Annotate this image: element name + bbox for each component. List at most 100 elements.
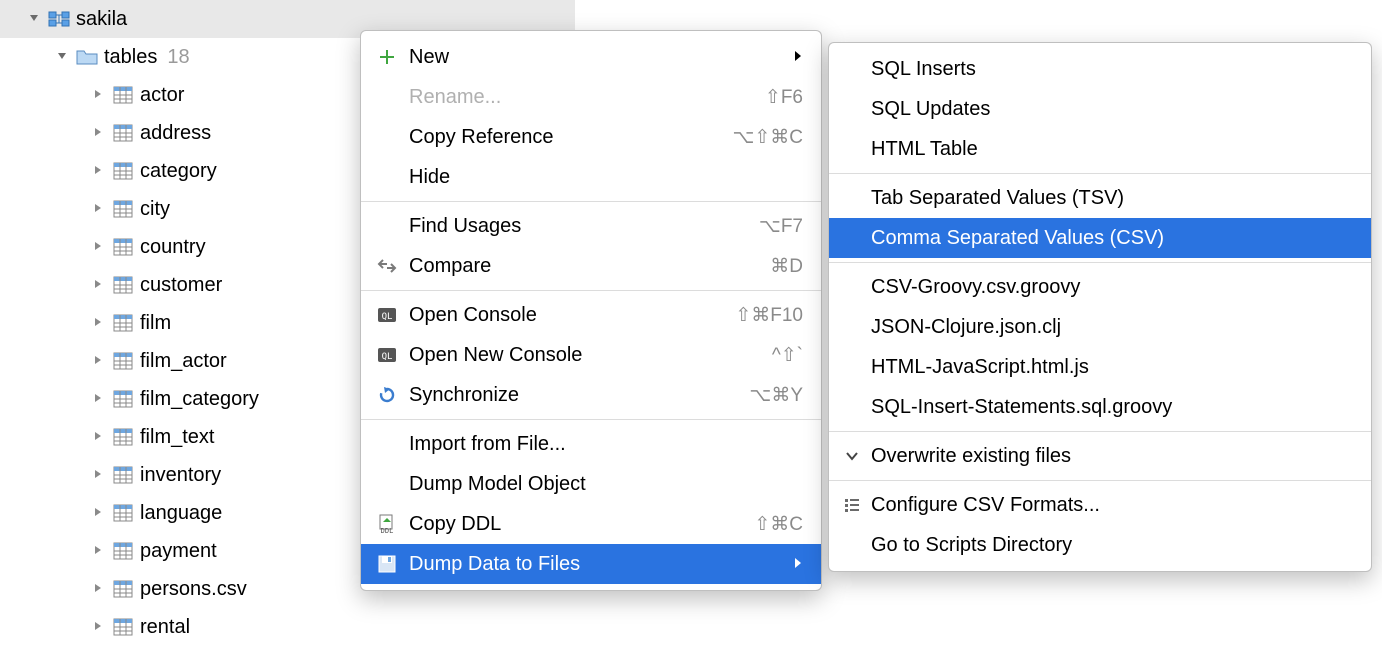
table-icon [112, 464, 134, 486]
table-icon [112, 426, 134, 448]
tree-tables-count: 18 [167, 46, 189, 69]
expand-arrow-right-icon[interactable] [92, 620, 106, 634]
table-icon [112, 236, 134, 258]
expand-arrow-right-icon[interactable] [92, 506, 106, 520]
table-icon [112, 388, 134, 410]
expand-arrow-down-icon[interactable] [28, 12, 42, 26]
expand-arrow-right-icon[interactable] [92, 316, 106, 330]
shortcut: ⌥⇧⌘C [732, 126, 803, 149]
tree-table-label: payment [140, 540, 217, 563]
expand-arrow-right-icon[interactable] [92, 430, 106, 444]
tree-table-label: film_actor [140, 350, 227, 373]
tree-table-node[interactable]: rental [0, 608, 575, 646]
submenu-overwrite-existing[interactable]: Overwrite existing files [829, 436, 1371, 476]
expand-arrow-right-icon[interactable] [92, 544, 106, 558]
table-icon [112, 198, 134, 220]
table-icon [112, 84, 134, 106]
menu-hide[interactable]: Hide [361, 157, 821, 197]
menu-dump-model-object[interactable]: Dump Model Object [361, 464, 821, 504]
menu-rename: Rename... ⇧F6 [361, 77, 821, 117]
submenu-goto-scripts-directory[interactable]: Go to Scripts Directory [829, 525, 1371, 565]
menu-find-usages[interactable]: Find Usages ⌥F7 [361, 206, 821, 246]
context-menu: New Rename... ⇧F6 Copy Reference ⌥⇧⌘C Hi… [360, 30, 822, 591]
expand-arrow-right-icon[interactable] [92, 392, 106, 406]
submenu-csv-groovy[interactable]: CSV-Groovy.csv.groovy [829, 267, 1371, 307]
tree-table-label: language [140, 502, 222, 525]
menu-compare[interactable]: Compare ⌘D [361, 246, 821, 286]
table-icon [112, 540, 134, 562]
submenu-sql-insert-statements[interactable]: SQL-Insert-Statements.sql.groovy [829, 387, 1371, 427]
menu-copy-reference[interactable]: Copy Reference ⌥⇧⌘C [361, 117, 821, 157]
menu-separator [361, 201, 821, 202]
menu-separator [829, 431, 1371, 432]
tree-db-label: sakila [76, 8, 127, 31]
menu-import-from-file[interactable]: Import from File... [361, 424, 821, 464]
tree-table-label: film_category [140, 388, 259, 411]
table-icon [112, 274, 134, 296]
tree-table-label: inventory [140, 464, 221, 487]
menu-open-console[interactable]: QL Open Console ⇧⌘F10 [361, 295, 821, 335]
menu-separator [361, 290, 821, 291]
menu-separator [361, 419, 821, 420]
expand-arrow-down-icon[interactable] [56, 50, 70, 64]
menu-separator [829, 173, 1371, 174]
table-icon [112, 160, 134, 182]
expand-arrow-right-icon[interactable] [92, 202, 106, 216]
menu-separator [829, 262, 1371, 263]
table-icon [112, 122, 134, 144]
shortcut: ⇧⌘F10 [735, 304, 803, 327]
submenu-sql-updates[interactable]: SQL Updates [829, 89, 1371, 129]
tree-table-label: address [140, 122, 211, 145]
submenu-html-js[interactable]: HTML-JavaScript.html.js [829, 347, 1371, 387]
svg-text:QL: QL [382, 312, 393, 322]
submenu-html-table[interactable]: HTML Table [829, 129, 1371, 169]
expand-arrow-right-icon[interactable] [92, 582, 106, 596]
shortcut: ⌥⌘Y [749, 384, 803, 407]
submenu-arrow-icon [793, 553, 803, 576]
table-icon [112, 578, 134, 600]
table-icon [112, 312, 134, 334]
expand-arrow-right-icon[interactable] [92, 354, 106, 368]
table-icon [112, 350, 134, 372]
menu-copy-ddl[interactable]: DDL Copy DDL ⇧⌘C [361, 504, 821, 544]
expand-arrow-right-icon[interactable] [92, 164, 106, 178]
tree-table-label: category [140, 160, 217, 183]
tree-table-label: film [140, 312, 171, 335]
shortcut: ^⇧` [772, 344, 803, 367]
menu-open-new-console[interactable]: QL Open New Console ^⇧` [361, 335, 821, 375]
submenu-arrow-icon [793, 46, 803, 69]
table-icon [112, 502, 134, 524]
submenu-tsv[interactable]: Tab Separated Values (TSV) [829, 178, 1371, 218]
shortcut: ⇧F6 [765, 86, 803, 109]
menu-dump-data-to-files[interactable]: Dump Data to Files [361, 544, 821, 584]
console-icon: QL [375, 306, 399, 324]
submenu-configure-csv-formats[interactable]: Configure CSV Formats... [829, 485, 1371, 525]
sync-icon [375, 386, 399, 404]
tree-table-label: customer [140, 274, 222, 297]
tree-table-label: actor [140, 84, 184, 107]
shortcut: ⇧⌘C [754, 513, 803, 536]
shortcut: ⌥F7 [759, 215, 803, 238]
tree-table-label: persons.csv [140, 578, 247, 601]
expand-arrow-right-icon[interactable] [92, 88, 106, 102]
shortcut: ⌘D [770, 255, 803, 278]
save-icon [375, 554, 399, 574]
menu-new[interactable]: New [361, 37, 821, 77]
submenu-json-clojure[interactable]: JSON-Clojure.json.clj [829, 307, 1371, 347]
compare-icon [375, 258, 399, 274]
submenu-csv[interactable]: Comma Separated Values (CSV) [829, 218, 1371, 258]
svg-text:DDL: DDL [381, 527, 394, 534]
menu-synchronize[interactable]: Synchronize ⌥⌘Y [361, 375, 821, 415]
expand-arrow-right-icon[interactable] [92, 468, 106, 482]
tree-table-label: rental [140, 616, 190, 639]
chevron-down-icon [841, 450, 863, 462]
expand-arrow-right-icon[interactable] [92, 240, 106, 254]
ddl-icon: DDL [375, 514, 399, 534]
submenu-sql-inserts[interactable]: SQL Inserts [829, 49, 1371, 89]
folder-icon [76, 46, 98, 68]
tree-table-label: film_text [140, 426, 214, 449]
expand-arrow-right-icon[interactable] [92, 278, 106, 292]
console-icon: QL [375, 346, 399, 364]
tree-table-label: city [140, 198, 170, 221]
expand-arrow-right-icon[interactable] [92, 126, 106, 140]
